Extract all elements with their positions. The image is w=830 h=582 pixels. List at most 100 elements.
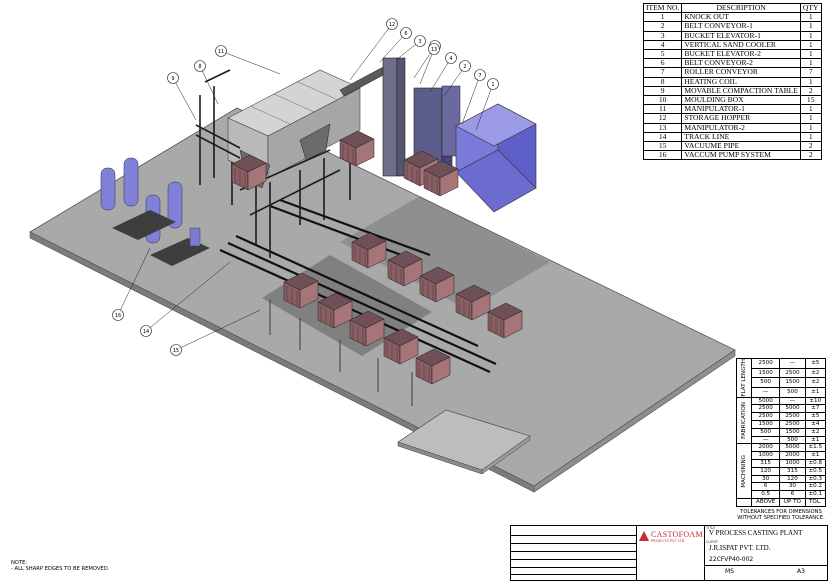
tolerance-cell: ±5 — [804, 358, 827, 369]
tolerance-cell: — — [779, 358, 806, 369]
bom-body: 1 KNOCK OUT 1 2 BELT CONVEYOR-1 1 3 BUCKET ELEV… — [642, 12, 822, 161]
tolerance-group-label: MACHINING — [736, 443, 752, 500]
tolerance-cell: 120 — [750, 466, 781, 476]
tolerance-cell: ±2 — [804, 377, 827, 388]
callout-label: 14 — [143, 329, 149, 335]
callout-6: 6 — [379, 27, 412, 63]
bom-row: 12 STORAGE HOPPER 1 — [642, 113, 822, 124]
bom-cell-description: MANIPULATOR-2 — [681, 122, 801, 133]
tolerance-cell: 500 — [750, 377, 781, 388]
bom-row: 13 MANIPULATOR-2 1 — [642, 122, 822, 133]
callout-label: 6 — [404, 31, 407, 37]
tolerance-cell: ±4 — [804, 420, 827, 429]
tolerance-cell: — — [750, 386, 781, 398]
tolerance-header-blank — [736, 498, 752, 507]
tolerance-cell: 5000 — [750, 396, 781, 406]
callout-label: 8 — [198, 64, 201, 70]
callout-label: 12 — [389, 22, 395, 28]
tolerance-cell: 2500 — [779, 420, 806, 429]
sheet-info: MS A3 — [705, 565, 828, 581]
bom-cell-qty: 1 — [799, 113, 822, 124]
bill-of-materials-table: ITEM NO. DESCRIPTION QTY 1 KNOCK OUT 1 2 BEL… — [642, 2, 822, 161]
bom-cell-qty: 7 — [799, 67, 822, 78]
note-text: - ALL SHARP EDGES TO BE REMOVED. — [11, 566, 110, 573]
title-block: CASTOFOAM PROJECTS PVT LTD TITLE V PROCE… — [510, 525, 828, 581]
tolerance-cell: 2500 — [779, 367, 806, 379]
tolerance-group-name: MACHINING — [740, 454, 747, 488]
tolerance-cell: 1000 — [750, 451, 781, 461]
tolerance-cell: 30 — [750, 474, 781, 484]
tolerance-cell: ±0.1 — [804, 490, 827, 500]
tolerance-group-name: FABRICATION — [740, 402, 747, 439]
tolerance-header-cell: UP TO — [779, 498, 806, 507]
tolerance-cell: 2500 — [750, 412, 781, 422]
tolerance-cell: — — [750, 435, 781, 445]
company-name: CASTOFOAM — [651, 530, 703, 539]
tolerance-cell: 5000 — [779, 404, 806, 414]
tolerance-cell: 2000 — [750, 443, 781, 453]
bom-cell-item-no: 3 — [642, 30, 683, 41]
tolerance-cell: ±0.8 — [804, 459, 827, 468]
tolerance-cell: 1500 — [750, 420, 781, 429]
tolerance-cell: ±0.2 — [804, 482, 827, 492]
title-block-main: TITLE V PROCESS CASTING PLANT CLIENT J.R… — [704, 526, 828, 580]
callout-label: 13 — [431, 47, 437, 53]
material: MS — [725, 568, 734, 575]
bom-cell-item-no: 12 — [642, 113, 683, 124]
callout-9: 9 — [167, 72, 197, 121]
bom-cell-description: BUCKET ELEVATOR-1 — [681, 30, 801, 41]
tolerance-group-name: FLAT LENGTH — [740, 359, 747, 397]
bom-cell-description: ROLLER CONVEYOR — [681, 67, 801, 78]
bom-cell-description: STORAGE HOPPER — [681, 113, 801, 124]
tolerance-cell: ±1 — [804, 435, 827, 445]
callout-label: 16 — [115, 313, 121, 319]
tolerance-cell: 500 — [779, 386, 806, 398]
tolerance-group-label: FLAT LENGTH — [736, 358, 752, 398]
tolerance-cell: ±0.5 — [804, 466, 827, 476]
tolerance-row: MACHINING 2000 5000 ±1.5 — [736, 443, 827, 500]
bom-cell-qty: 1 — [799, 76, 822, 87]
tolerance-group-label: FABRICATION — [736, 396, 752, 445]
tolerance-cell: ±0.3 — [804, 474, 827, 484]
tolerance-cell: 2500 — [750, 404, 781, 414]
tolerance-cell: 0.5 — [750, 490, 781, 500]
tolerance-cell: 315 — [750, 459, 781, 468]
callout-label: 1 — [491, 82, 494, 88]
tolerance-cell: 500 — [750, 427, 781, 437]
bom-cell-qty: 2 — [799, 150, 822, 161]
knock-out-unit — [455, 103, 537, 213]
tolerance-cell: ±1 — [804, 386, 827, 398]
tolerance-cell: 120 — [779, 474, 806, 484]
bom-cell-description: BELT CONVEYOR-1 — [681, 21, 801, 32]
callout-label: 2 — [463, 64, 466, 70]
tolerance-cell: ±2 — [804, 427, 827, 437]
bom-cell-description: HEATING COIL — [681, 76, 801, 87]
drawing-note: NOTE: - ALL SHARP EDGES TO BE REMOVED. — [11, 560, 109, 573]
bom-cell-item-no: 16 — [642, 150, 683, 161]
tolerance-cell: 2500 — [750, 358, 781, 369]
tolerance-header-cell: ABOVE — [750, 498, 781, 507]
tolerance-cell: 315 — [779, 466, 806, 476]
tolerance-cell: 5000 — [779, 443, 806, 453]
callout-label: 9 — [171, 76, 174, 82]
callout-13: 13 — [419, 43, 440, 85]
bom-cell-qty: 1 — [799, 30, 822, 41]
bom-cell-item-no: 2 — [642, 21, 683, 32]
tolerance-note: TOLERANCES FOR DIMENSIONS WITHOUT SPECIF… — [737, 509, 825, 522]
bom-row: 2 BELT CONVEYOR-1 1 — [642, 21, 822, 32]
tolerance-cell: ±2 — [804, 367, 827, 379]
revision-grid — [511, 526, 637, 580]
bom-cell-qty: 1 — [799, 122, 822, 133]
tolerance-row: FABRICATION 5000— ±10 — [736, 396, 827, 445]
client-name: J.R.ISPAT PVT. LTD. — [709, 544, 771, 552]
bom-row: 16 VACCUM PUMP SYSTEM 2 — [642, 150, 822, 161]
tolerance-cell: 1500 — [750, 367, 781, 379]
callout-label: 15 — [173, 348, 179, 354]
tolerance-header-row: ABOVE UP TO TOL. — [736, 498, 827, 507]
tolerance-cell: 2500 — [779, 412, 806, 422]
company-subtitle: PROJECTS PVT LTD — [651, 539, 685, 543]
tolerance-cell: ±5 — [804, 412, 827, 422]
tolerance-cell: 1500 — [779, 377, 806, 388]
drawing-title: V PROCESS CASTING PLANT — [709, 529, 803, 537]
callout-label: 11 — [218, 49, 224, 55]
